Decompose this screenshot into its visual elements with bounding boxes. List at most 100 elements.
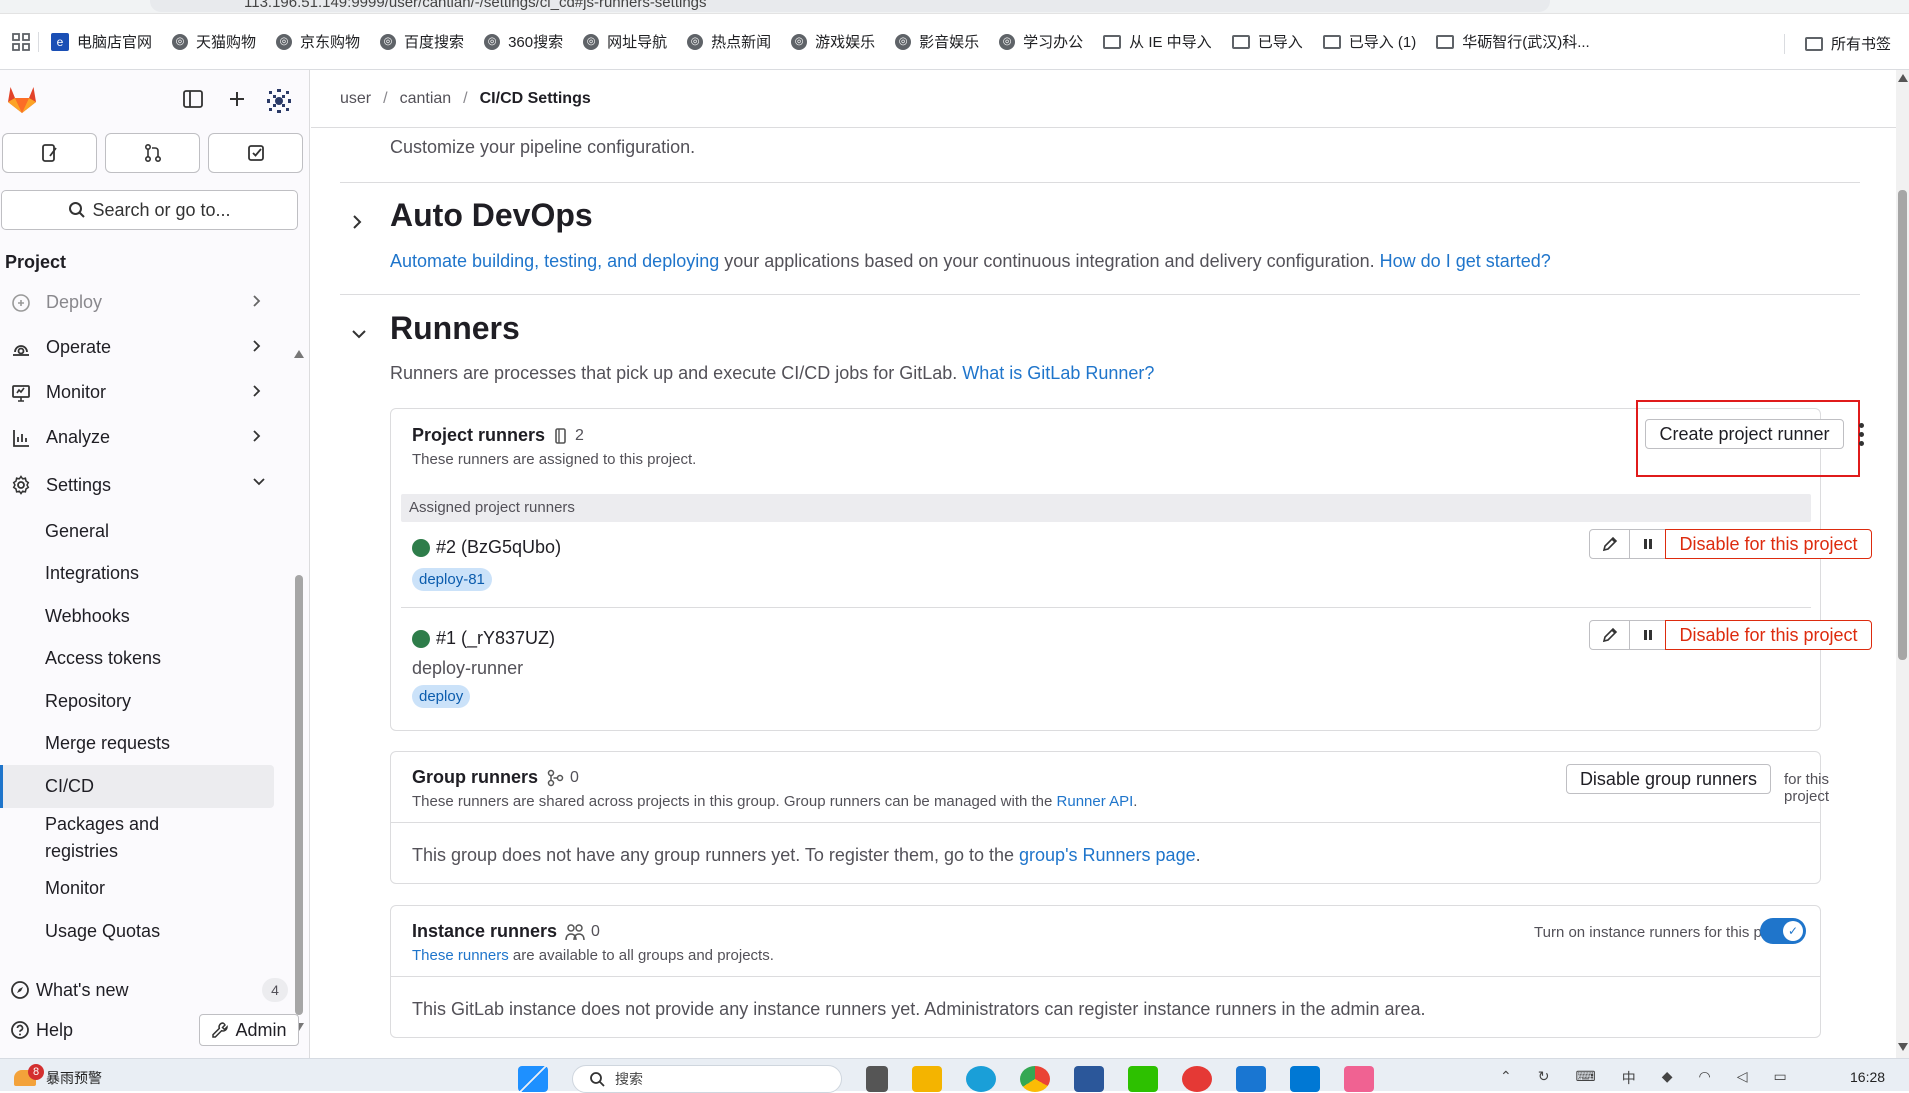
battery-icon[interactable]: ▭ (1773, 1068, 1786, 1088)
runner-api-link[interactable]: Runner API (1057, 793, 1134, 810)
bookmark-folder[interactable]: 已导入 (1231, 31, 1303, 52)
sidebar-scrollbar[interactable] (294, 350, 304, 1031)
create-project-runner-button[interactable]: Create project runner (1645, 419, 1844, 449)
input-method-icon[interactable]: 中 (1622, 1068, 1636, 1088)
bookmark-item[interactable]: ◎ 影音娱乐 (895, 31, 979, 52)
bookmark-item[interactable]: ◎ 天猫购物 (172, 31, 256, 52)
bookmark-folder[interactable]: 从 IE 中导入 (1103, 31, 1212, 52)
edit-runner-button[interactable] (1589, 529, 1630, 559)
scroll-up-arrow-icon[interactable] (1898, 74, 1908, 82)
todo-list-button[interactable] (208, 133, 303, 173)
address-bar[interactable]: 113.196.51.149:9999/user/cantian/-/setti… (150, 0, 1550, 12)
bookmark-item[interactable]: ◎ 京东购物 (276, 31, 360, 52)
whats-new-button[interactable]: What's new 4 (0, 970, 310, 1010)
app-tray-icon[interactable]: ◆ (1662, 1068, 1673, 1088)
plus-icon[interactable] (226, 88, 250, 112)
settings-merge-requests[interactable]: Merge requests (0, 723, 300, 766)
disable-runner-button[interactable]: Disable for this project (1665, 620, 1872, 650)
breadcrumb-user[interactable]: user (340, 90, 371, 108)
collapse-chevron-icon[interactable] (351, 328, 367, 340)
page-scroll-thumb[interactable] (1898, 190, 1907, 660)
gitlab-logo-icon[interactable] (6, 84, 38, 114)
settings-access-tokens[interactable]: Access tokens (0, 638, 300, 681)
sidebar-item-monitor[interactable]: Monitor (0, 370, 300, 415)
group-runners-page-link[interactable]: group's Runners page (1019, 845, 1196, 865)
clock[interactable]: 16:28 (1850, 1069, 1885, 1085)
page-scrollbar[interactable] (1896, 70, 1909, 1058)
task-view-icon[interactable] (866, 1066, 888, 1092)
user-avatar-icon[interactable] (266, 88, 291, 113)
disable-group-runners-button[interactable]: Disable group runners (1566, 764, 1771, 794)
bookmark-item[interactable]: ◎ 游戏娱乐 (791, 31, 875, 52)
sidebar-toggle-icon[interactable] (182, 88, 206, 112)
help-button[interactable]: Help Admin (0, 1010, 310, 1050)
settings-webhooks[interactable]: Webhooks (0, 595, 300, 638)
bookmark-item[interactable]: ◎ 学习办公 (999, 31, 1083, 52)
settings-repository[interactable]: Repository (0, 680, 300, 723)
runner-name-link[interactable]: #2 (BzG5qUbo) (436, 537, 561, 558)
scroll-down-arrow-icon[interactable] (1898, 1043, 1908, 1051)
auto-devops-link[interactable]: Automate building, testing, and deployin… (390, 251, 719, 271)
wechat-icon[interactable] (1128, 1066, 1158, 1092)
bookmark-item[interactable]: e 电脑店官网 (51, 31, 152, 52)
auto-devops-title[interactable]: Auto DevOps (390, 197, 593, 234)
settings-usage-quotas[interactable]: Usage Quotas (0, 910, 300, 953)
bookmark-item[interactable]: ◎ 热点新闻 (687, 31, 771, 52)
bookmark-folder[interactable]: 已导入 (1) (1322, 31, 1416, 52)
sidebar-item-operate[interactable]: Operate (0, 325, 300, 370)
disable-runner-button[interactable]: Disable for this project (1665, 529, 1872, 559)
vscode-icon[interactable] (1290, 1066, 1320, 1092)
settings-general[interactable]: General (0, 510, 300, 553)
get-started-link[interactable]: How do I get started? (1380, 251, 1551, 271)
runner-name-link[interactable]: #1 (_rY837UZ) (436, 628, 555, 649)
weather-widget[interactable]: 8 暴雨预警 (14, 1064, 102, 1088)
edge-browser-icon[interactable] (966, 1066, 996, 1092)
pause-runner-button[interactable] (1630, 529, 1665, 559)
runners-title[interactable]: Runners (390, 310, 520, 347)
volume-icon[interactable]: ◁ (1737, 1068, 1748, 1088)
app-icon[interactable] (1182, 1066, 1212, 1092)
settings-packages-registries[interactable]: Packages and registries (0, 808, 190, 868)
chevron-up-icon[interactable]: ⌃ (1500, 1068, 1512, 1088)
merge-request-icon (144, 143, 161, 163)
settings-integrations[interactable]: Integrations (0, 553, 300, 596)
edit-runner-button[interactable] (1589, 620, 1630, 650)
merge-requests-button[interactable] (105, 133, 200, 173)
outlook-icon[interactable] (1074, 1066, 1104, 1092)
operate-icon (10, 337, 32, 359)
settings-cicd[interactable]: CI/CD (0, 765, 274, 808)
keyboard-icon[interactable]: ⌨ (1575, 1068, 1595, 1088)
wifi-icon[interactable]: ◠ (1698, 1068, 1710, 1088)
sidebar-item-analyze[interactable]: Analyze (0, 415, 300, 460)
main-content: user / cantian / CI/CD Settings Customiz… (311, 70, 1896, 1058)
apps-grid-icon[interactable] (12, 32, 30, 51)
bookmark-item[interactable]: ◎ 百度搜索 (380, 31, 464, 52)
bookmark-folder[interactable]: 华砺智行(武汉)科... (1436, 31, 1590, 52)
pause-runner-button[interactable] (1630, 620, 1665, 650)
sidebar-scroll-thumb[interactable] (295, 575, 303, 1015)
globe-icon: ◎ (999, 33, 1016, 50)
settings-monitor[interactable]: Monitor (0, 868, 300, 911)
admin-button[interactable]: Admin (199, 1014, 299, 1046)
bookmark-item[interactable]: ◎ 360搜索 (484, 31, 563, 52)
breadcrumb-project[interactable]: cantian (400, 90, 452, 108)
app-icon[interactable] (1236, 1066, 1266, 1092)
chrome-browser-icon[interactable] (1020, 1066, 1050, 1092)
all-bookmarks[interactable]: 所有书签 (1780, 33, 1891, 54)
search-button[interactable]: Search or go to... (1, 190, 298, 230)
instance-runners-toggle[interactable]: ✓ (1760, 918, 1806, 944)
sync-icon[interactable]: ↻ (1538, 1068, 1550, 1088)
assigned-issues-button[interactable] (2, 133, 97, 173)
file-explorer-icon[interactable] (912, 1066, 942, 1092)
app-icon[interactable] (1344, 1066, 1374, 1092)
taskbar-search[interactable]: 搜索 (572, 1065, 842, 1093)
expand-chevron-icon[interactable] (351, 214, 363, 230)
scroll-up-arrow-icon[interactable] (294, 350, 304, 358)
bookmark-item[interactable]: ◎ 网址导航 (583, 31, 667, 52)
what-is-runner-link[interactable]: What is GitLab Runner? (962, 363, 1154, 383)
more-actions-kebab-icon[interactable] (1859, 423, 1867, 450)
windows-start-icon[interactable] (518, 1066, 548, 1092)
sidebar-item-deploy[interactable]: Deploy (0, 280, 300, 325)
these-runners-link[interactable]: These runners (412, 947, 509, 964)
sidebar-item-settings[interactable]: Settings (0, 460, 300, 510)
